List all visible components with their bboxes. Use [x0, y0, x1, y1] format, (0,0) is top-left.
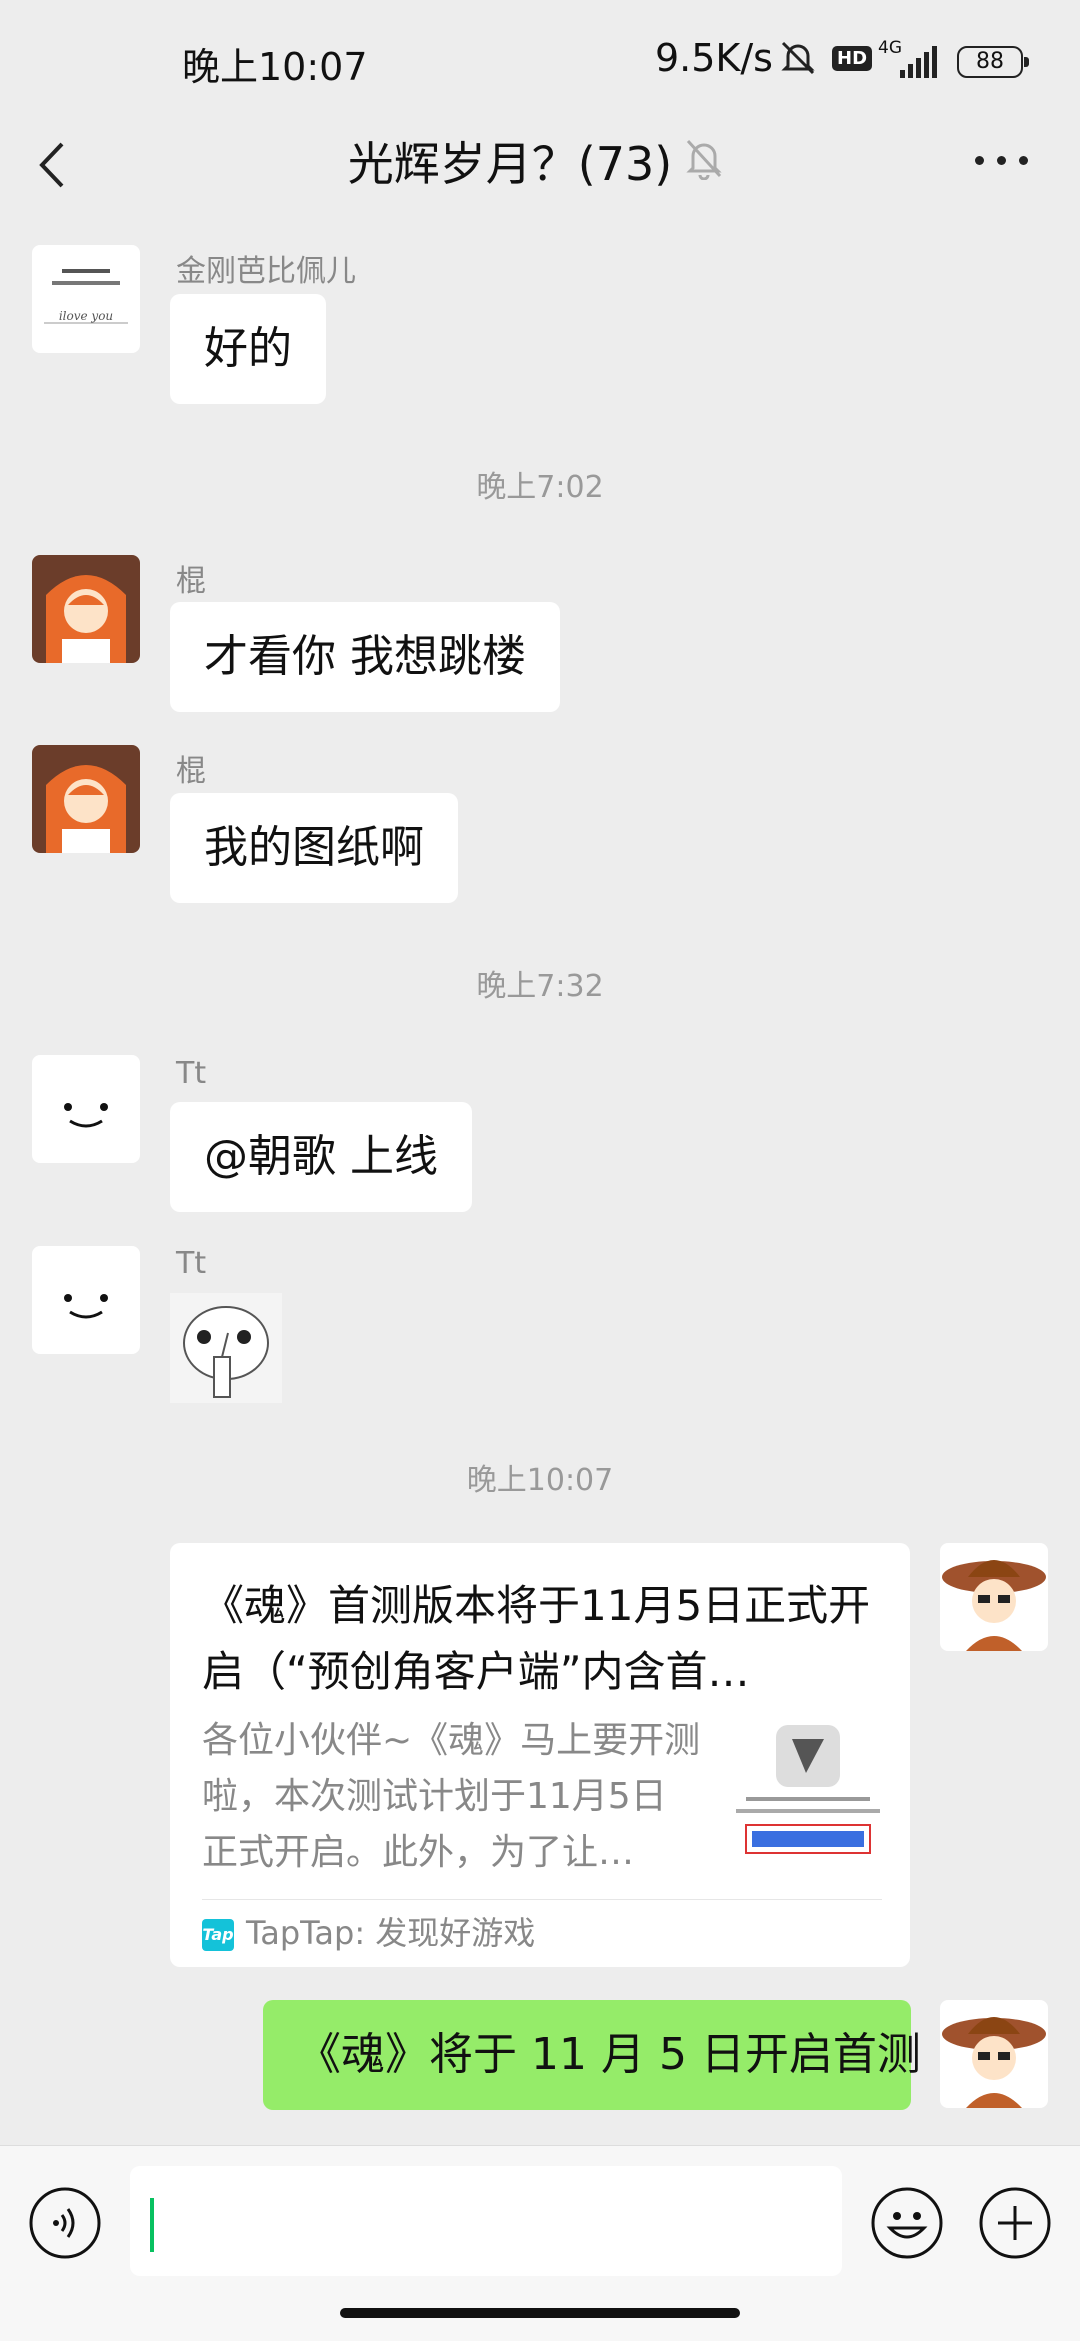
sender-name: Tt: [176, 1246, 207, 1281]
muted-bell-icon: [686, 139, 722, 180]
battery-icon: 88: [957, 46, 1029, 78]
my-avatar[interactable]: [940, 1543, 1048, 1651]
avatar-caption: ilove you: [58, 309, 114, 323]
plus-icon[interactable]: [978, 2186, 1052, 2260]
message-bubble[interactable]: 我的图纸啊: [170, 793, 458, 903]
card-source: Tap TapTap: 发现好游戏: [202, 1913, 535, 1953]
my-avatar[interactable]: [940, 2000, 1048, 2108]
signal-icon: [900, 46, 937, 78]
card-divider: [202, 1899, 882, 1900]
network-speed: 9.5K/s: [655, 36, 773, 80]
message-bubble[interactable]: 才看你 我想跳楼: [170, 602, 560, 712]
message-bubble[interactable]: @朝歌 上线: [170, 1102, 472, 1212]
status-time: 晚上10:07: [182, 45, 368, 89]
card-title: 《魂》首测版本将于11月5日正式开启（“预创角客户端”内含首…: [202, 1581, 871, 1696]
avatar[interactable]: [32, 1246, 140, 1354]
taptap-icon: Tap: [202, 1919, 234, 1951]
my-message-bubble[interactable]: 《魂》将于 11 月 5 日开启首测: [263, 2000, 921, 2110]
home-indicator[interactable]: [340, 2308, 740, 2318]
chat-header: 光辉岁月？(73): [0, 110, 1080, 220]
avatar[interactable]: [32, 1055, 140, 1163]
sticker-image[interactable]: [170, 1293, 282, 1403]
card-source-label: TapTap: 发现好游戏: [246, 1914, 536, 1952]
mute-icon: [781, 41, 815, 75]
sender-name: Tt: [176, 1056, 207, 1091]
sender-name: 金刚芭比佩儿: [176, 254, 356, 289]
link-card[interactable]: 《魂》首测版本将于11月5日正式开启（“预创角客户端”内含首… 各位小伙伴~《魂…: [170, 1543, 910, 1967]
text-cursor: [150, 2198, 154, 2252]
card-description: 各位小伙伴~《魂》马上要开测啦，本次测试计划于11月5日正式开启。此外，为了让…: [202, 1720, 701, 1873]
avatar[interactable]: [32, 745, 140, 853]
hd-badge: HD: [832, 46, 873, 71]
sender-name: 棍: [176, 564, 206, 599]
card-thumbnail: [736, 1725, 880, 1854]
chat-title: 光辉岁月？(73): [347, 137, 673, 191]
timestamp: 晚上10:07: [466, 1463, 614, 1498]
message-bubble[interactable]: 好的: [170, 294, 326, 404]
more-icon[interactable]: [975, 148, 1029, 172]
avatar[interactable]: [32, 555, 140, 663]
timestamp: 晚上7:02: [476, 470, 604, 505]
status-bar: 晚上10:07 9.5K/s HD 4G 88: [0, 0, 1080, 120]
message-input[interactable]: [130, 2166, 842, 2276]
emoji-icon[interactable]: [870, 2186, 944, 2260]
avatar[interactable]: ilove you: [32, 245, 140, 353]
sender-name: 棍: [176, 754, 206, 789]
voice-icon[interactable]: [28, 2186, 102, 2260]
timestamp: 晚上7:32: [476, 969, 604, 1004]
